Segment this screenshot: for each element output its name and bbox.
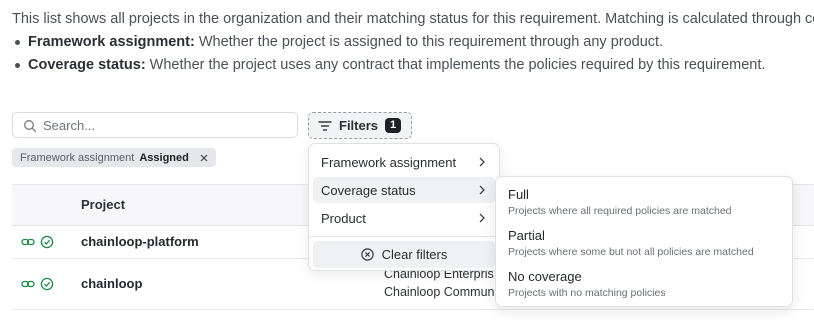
option-title: Partial bbox=[508, 228, 545, 243]
check-circle-icon bbox=[40, 277, 54, 291]
option-no-coverage[interactable]: No coverage Projects with no matching po… bbox=[508, 269, 784, 300]
remove-filter-icon[interactable] bbox=[200, 154, 208, 162]
chevron-right-icon bbox=[479, 185, 485, 195]
option-partial[interactable]: Partial Projects where some but not all … bbox=[508, 228, 784, 259]
check-circle-icon bbox=[40, 235, 54, 249]
contract-name: Chainloop Commun bbox=[384, 285, 495, 299]
option-title: No coverage bbox=[508, 269, 582, 284]
link-icon bbox=[21, 238, 35, 246]
column-header-project[interactable]: Project bbox=[81, 197, 125, 212]
filters-button[interactable]: Filters 1 bbox=[308, 112, 412, 139]
chevron-right-icon bbox=[479, 157, 485, 167]
option-description: Projects where some but not all policies… bbox=[508, 246, 754, 258]
chip-key: Framework assignment bbox=[20, 151, 135, 164]
menu-item-framework-assignment[interactable]: Framework assignment bbox=[313, 149, 495, 175]
menu-item-label: Framework assignment bbox=[321, 154, 457, 170]
search-icon bbox=[24, 120, 37, 133]
bullet-framework-assignment: Framework assignment: Whether the projec… bbox=[12, 31, 814, 54]
menu-item-label: Product bbox=[321, 210, 366, 226]
filter-icon bbox=[318, 120, 332, 131]
row-status-icons bbox=[21, 235, 54, 249]
search-input[interactable] bbox=[43, 116, 283, 134]
project-name: chainloop bbox=[81, 276, 143, 291]
requirement-description: This list shows all projects in the orga… bbox=[12, 8, 814, 77]
active-filter-chip: Framework assignment Assigned bbox=[12, 148, 216, 167]
close-circle-icon bbox=[360, 248, 374, 261]
option-description: Projects with no matching policies bbox=[508, 287, 666, 299]
filter-menu: Framework assignment Coverage status Pro… bbox=[308, 143, 500, 271]
option-title: Full bbox=[508, 187, 529, 202]
bullet-text: Whether the project is assigned to this … bbox=[194, 34, 664, 50]
menu-item-label: Coverage status bbox=[321, 182, 416, 198]
description-paragraph: This list shows all projects in the orga… bbox=[12, 11, 814, 27]
menu-divider bbox=[309, 236, 499, 237]
menu-item-product[interactable]: Product bbox=[313, 205, 495, 231]
chip-value: Assigned bbox=[139, 151, 189, 164]
clear-filters-label: Clear filters bbox=[381, 247, 448, 262]
bullet-coverage-status: Coverage status: Whether the project use… bbox=[12, 54, 814, 77]
filters-label: Filters bbox=[339, 118, 379, 133]
row-status-icons bbox=[21, 277, 54, 291]
chevron-right-icon bbox=[479, 213, 485, 223]
option-description: Projects where all required policies are… bbox=[508, 205, 732, 217]
bullet-text: Whether the project uses any contract th… bbox=[145, 57, 766, 73]
coverage-status-submenu: Full Projects where all required policie… bbox=[495, 176, 793, 307]
bullet-term: Framework assignment: bbox=[28, 34, 195, 50]
option-full[interactable]: Full Projects where all required policie… bbox=[508, 187, 784, 218]
bullet-term: Coverage status: bbox=[28, 57, 146, 73]
project-name: chainloop-platform bbox=[81, 234, 199, 249]
clear-filters-button[interactable]: Clear filters bbox=[313, 241, 495, 268]
filters-count-badge: 1 bbox=[385, 118, 402, 133]
menu-item-coverage-status[interactable]: Coverage status bbox=[313, 177, 495, 203]
search-box[interactable] bbox=[12, 112, 298, 138]
description-list: Framework assignment: Whether the projec… bbox=[12, 31, 814, 77]
link-icon bbox=[21, 280, 35, 288]
